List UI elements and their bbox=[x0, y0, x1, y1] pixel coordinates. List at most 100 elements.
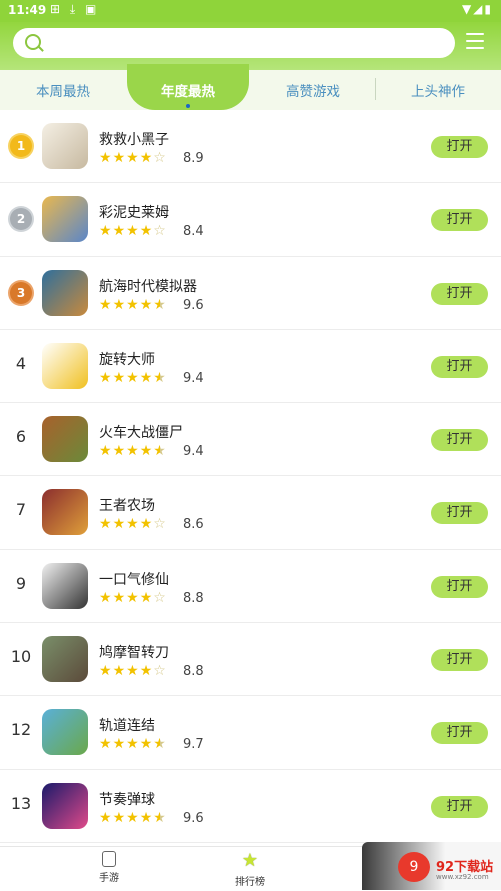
star-empty-icon: ☆ bbox=[153, 516, 167, 533]
list-item[interactable]: 7 王者农场 ★★★★☆ 8.6 打开 bbox=[0, 476, 501, 550]
star-full-icon: ★ bbox=[139, 223, 154, 240]
star-full-icon: ★ bbox=[139, 516, 154, 533]
rating-stars: ★★★★★ bbox=[99, 370, 167, 386]
rating-score: 9.7 bbox=[183, 737, 204, 753]
open-button[interactable]: 打开 bbox=[431, 282, 488, 305]
open-button[interactable]: 打开 bbox=[431, 502, 488, 525]
star-half-icon: ★ bbox=[153, 736, 167, 753]
star-full-icon: ★ bbox=[99, 663, 113, 680]
rating-score: 9.6 bbox=[183, 297, 204, 313]
list-item[interactable]: 1 救救小黑子 ★★★★☆ 8.9 打开 bbox=[0, 110, 501, 184]
star-full-icon: ★ bbox=[139, 809, 154, 826]
nav-ranking[interactable]: ★ 排行榜 bbox=[220, 851, 280, 889]
star-half-icon: ★ bbox=[153, 369, 167, 386]
rank-medal-icon: 1 bbox=[10, 135, 32, 157]
rating-stars: ★★★★☆ bbox=[99, 516, 167, 532]
star-full-icon: ★ bbox=[112, 296, 127, 313]
notification-icons: ⊞ ⤓ ▣ bbox=[50, 2, 100, 16]
star-full-icon: ★ bbox=[139, 369, 154, 386]
star-full-icon: ★ bbox=[126, 223, 140, 240]
monk-icon[interactable] bbox=[42, 562, 88, 609]
star-full-icon: ★ bbox=[112, 443, 127, 460]
star-full-icon: ★ bbox=[112, 369, 127, 386]
search-bar[interactable] bbox=[13, 28, 455, 58]
tab-weekly-hot[interactable]: 本周最热 bbox=[8, 80, 118, 100]
open-button[interactable]: 打开 bbox=[431, 209, 488, 232]
menu-icon[interactable] bbox=[466, 33, 484, 51]
star-half-icon: ★ bbox=[153, 296, 167, 313]
tab-yearly-hot[interactable]: 年度最热 bbox=[133, 80, 243, 108]
open-button[interactable]: 打开 bbox=[431, 722, 488, 745]
rating-stars: ★★★★★ bbox=[99, 810, 167, 826]
star-empty-icon: ☆ bbox=[153, 589, 167, 606]
star-full-icon: ★ bbox=[99, 516, 113, 533]
app-name: 救救小黑子 bbox=[99, 132, 169, 148]
rating-stars: ★★★★☆ bbox=[99, 150, 167, 166]
tab-addictive[interactable]: 上头神作 bbox=[383, 80, 493, 100]
header bbox=[0, 22, 501, 70]
star-full-icon: ★ bbox=[99, 296, 113, 313]
warrior-icon[interactable] bbox=[42, 636, 88, 683]
rating-score: 8.4 bbox=[183, 224, 204, 240]
ball-icon[interactable] bbox=[42, 782, 88, 829]
list-item[interactable]: 12 轨道连结 ★★★★★ 9.7 打开 bbox=[0, 696, 501, 770]
open-button[interactable]: 打开 bbox=[431, 575, 488, 598]
rating-score: 9.4 bbox=[183, 370, 204, 386]
rail-icon[interactable] bbox=[42, 709, 88, 756]
nav-ranking-label: 排行榜 bbox=[235, 877, 265, 888]
nav-games[interactable]: 手游 bbox=[79, 851, 139, 884]
star-full-icon: ★ bbox=[112, 589, 127, 606]
list-item[interactable]: 3 航海时代模拟器 ★★★★★ 9.6 打开 bbox=[0, 257, 501, 330]
app-name: 一口气修仙 bbox=[99, 571, 169, 588]
star-full-icon: ★ bbox=[126, 296, 140, 313]
slime-icon[interactable] bbox=[42, 196, 88, 243]
open-button[interactable]: 打开 bbox=[431, 795, 488, 818]
rank-number: 7 bbox=[15, 500, 27, 520]
app-name: 旋转大师 bbox=[99, 351, 155, 368]
rating-stars: ★★★★★ bbox=[99, 443, 167, 459]
star-full-icon: ★ bbox=[126, 443, 140, 460]
app-name: 轨道连结 bbox=[99, 718, 155, 735]
rating-stars: ★★★★☆ bbox=[99, 590, 167, 606]
train-icon[interactable] bbox=[42, 416, 88, 463]
rating-score: 8.9 bbox=[183, 151, 204, 166]
list-item[interactable]: 9 一口气修仙 ★★★★☆ 8.8 打开 bbox=[0, 550, 501, 624]
star-full-icon: ★ bbox=[126, 369, 140, 386]
open-button[interactable]: 打开 bbox=[431, 649, 488, 672]
ship-icon[interactable] bbox=[42, 269, 88, 316]
tab-label: 高赞游戏 bbox=[286, 84, 340, 100]
star-full-icon: ★ bbox=[99, 443, 113, 460]
star-full-icon: ★ bbox=[99, 589, 113, 606]
star-full-icon: ★ bbox=[126, 809, 140, 826]
phone-icon bbox=[102, 851, 116, 867]
open-button[interactable]: 打开 bbox=[431, 355, 488, 378]
star-full-icon: ★ bbox=[99, 809, 113, 826]
list-item[interactable]: 6 火车大战僵尸 ★★★★★ 9.4 打开 bbox=[0, 403, 501, 477]
app-name: 鸠摩智转刀 bbox=[99, 645, 169, 662]
open-button[interactable]: 打开 bbox=[431, 429, 488, 452]
star-empty-icon: ☆ bbox=[153, 223, 167, 240]
open-button[interactable]: 打开 bbox=[431, 136, 488, 158]
list-item[interactable]: 4 旋转大师 ★★★★★ 9.4 打开 bbox=[0, 330, 501, 404]
rank-number: 10 bbox=[10, 647, 32, 667]
hero-icon[interactable] bbox=[42, 489, 88, 536]
rating-score: 9.6 bbox=[183, 810, 204, 826]
status-bar: 11:49 ⊞ ⤓ ▣ ▼◢▮ bbox=[0, 0, 501, 22]
star-full-icon: ★ bbox=[126, 516, 140, 533]
tab-label: 年度最热 bbox=[161, 84, 215, 100]
list-item[interactable]: 13 节奏弹球 ★★★★★ 9.6 打开 bbox=[0, 770, 501, 843]
tab-top-rated[interactable]: 高赞游戏 bbox=[258, 80, 368, 100]
list-item[interactable]: 2 彩泥史莱姆 ★★★★☆ 8.4 打开 bbox=[0, 183, 501, 257]
active-indicator-dot bbox=[186, 104, 190, 108]
rank-medal-icon: 3 bbox=[10, 281, 32, 304]
star-full-icon: ★ bbox=[112, 663, 127, 680]
app-name: 节奏弹球 bbox=[99, 791, 155, 808]
cartoon-icon[interactable] bbox=[42, 123, 88, 169]
star-full-icon: ★ bbox=[139, 663, 154, 680]
star-full-icon: ★ bbox=[112, 809, 127, 826]
star-full-icon: ★ bbox=[99, 223, 113, 240]
figure-icon[interactable] bbox=[42, 342, 88, 389]
rating-score: 8.8 bbox=[183, 664, 204, 680]
list-item[interactable]: 10 鸠摩智转刀 ★★★★☆ 8.8 打开 bbox=[0, 623, 501, 697]
star-full-icon: ★ bbox=[139, 736, 154, 753]
